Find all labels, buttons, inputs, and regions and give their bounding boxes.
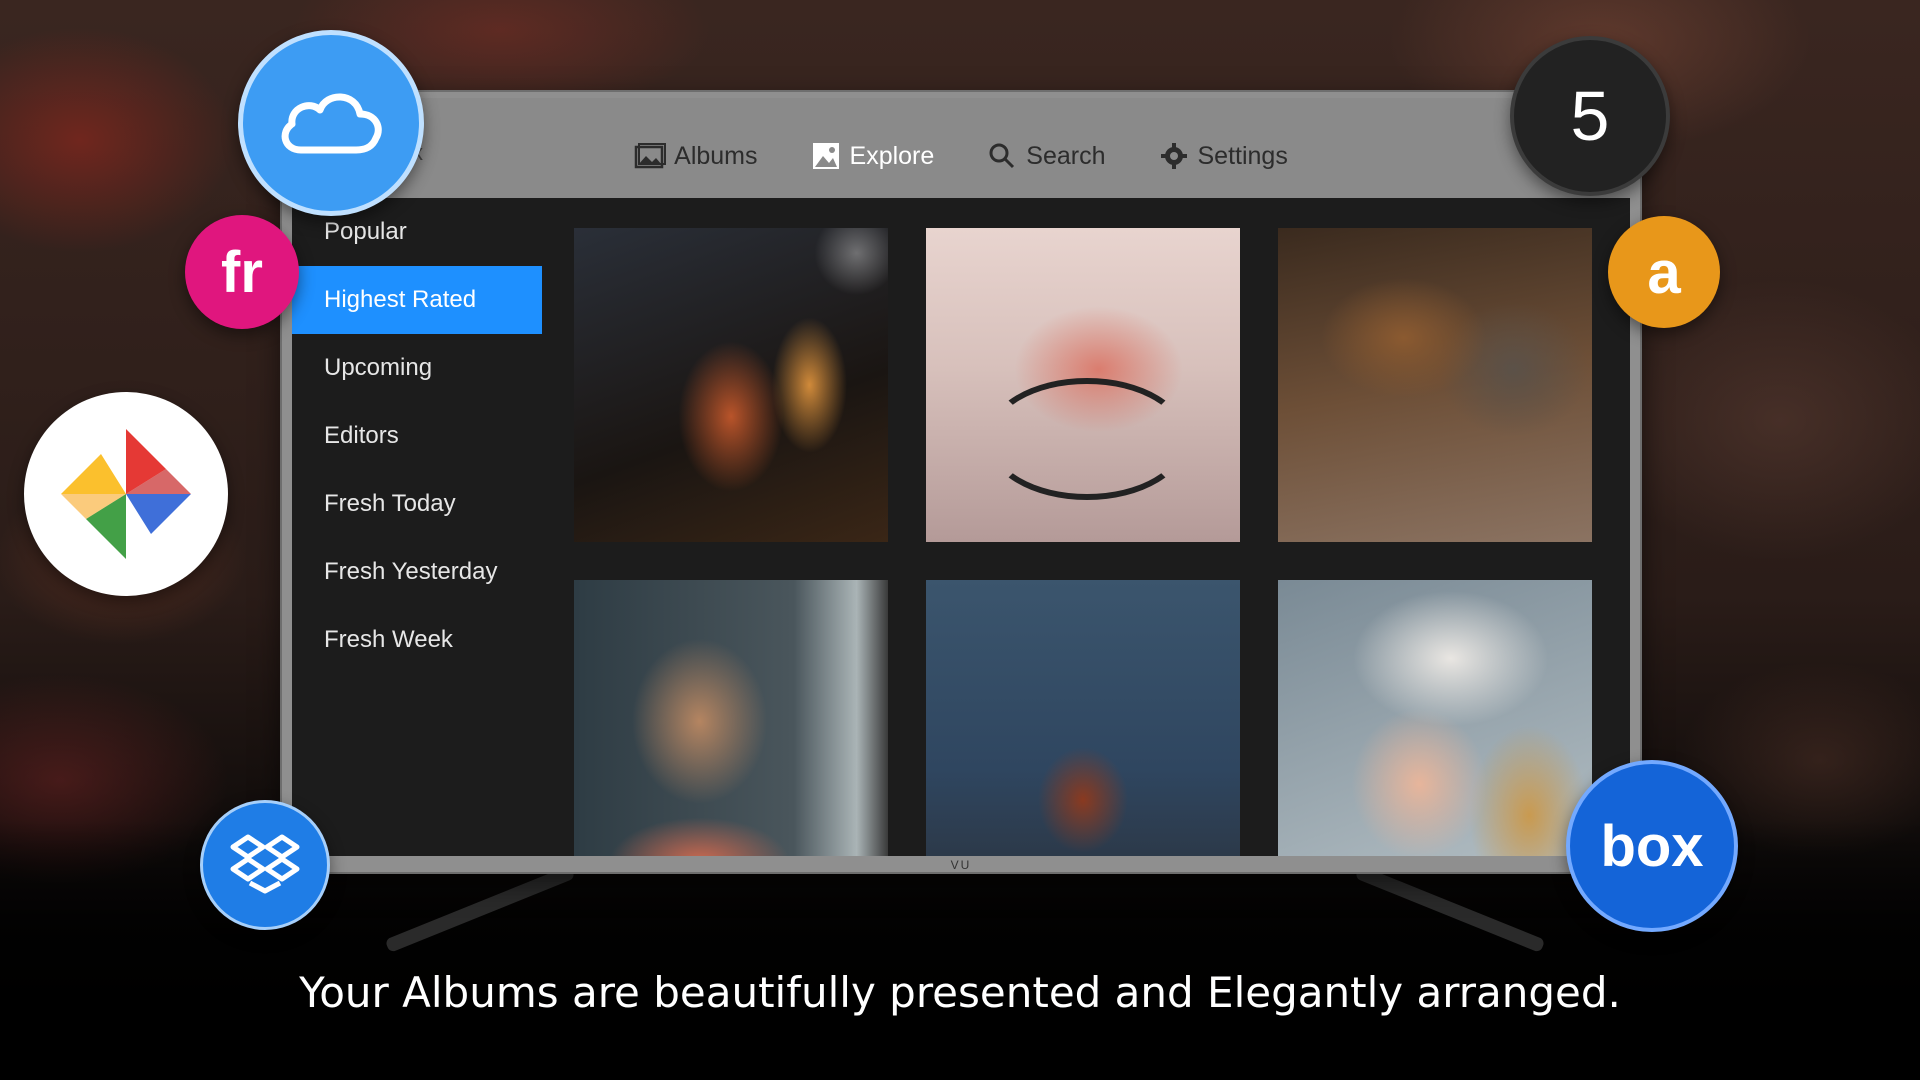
photo-tile-snow-girl[interactable] bbox=[1278, 580, 1592, 856]
nav-albums-label: Albums bbox=[674, 141, 758, 170]
box-logo-label: box bbox=[1600, 813, 1704, 879]
nav-explore[interactable]: Explore bbox=[810, 136, 935, 176]
photo-tile-girl[interactable] bbox=[574, 580, 888, 856]
photo-tile-camera[interactable] bbox=[926, 580, 1240, 856]
amazon-logo-label: a bbox=[1647, 238, 1681, 306]
dropbox-service-icon bbox=[200, 800, 330, 930]
sidebar-item-fresh-week[interactable]: Fresh Week bbox=[292, 606, 542, 674]
search-icon bbox=[986, 142, 1018, 170]
cloud-icon bbox=[281, 93, 382, 154]
gear-icon bbox=[1158, 142, 1190, 170]
sidebar-item-editors[interactable]: Editors bbox=[292, 402, 542, 470]
photo-tile-dog-and-cat[interactable] bbox=[1278, 228, 1592, 542]
tv-screen: x Albums Explore bbox=[292, 98, 1630, 856]
dropbox-icon bbox=[230, 834, 300, 894]
sidebar-item-fresh-today[interactable]: Fresh Today bbox=[292, 470, 542, 538]
flickr-service-icon: fr bbox=[185, 215, 299, 329]
amazon-service-icon: a bbox=[1608, 216, 1720, 328]
flickr-logo-label: fr bbox=[221, 239, 263, 305]
nav-explore-label: Explore bbox=[849, 141, 935, 170]
tv-stand-right bbox=[1360, 868, 1540, 938]
nav-albums[interactable]: Albums bbox=[634, 136, 758, 176]
sidebar-item-fresh-yesterday[interactable]: Fresh Yesterday bbox=[292, 538, 542, 606]
tv-frame: x Albums Explore bbox=[282, 92, 1640, 872]
tv-stand-left bbox=[390, 868, 570, 938]
photo-grid bbox=[574, 228, 1592, 856]
google-photos-service-icon bbox=[24, 392, 228, 596]
nav-bar: Albums Explore Search Settings bbox=[292, 136, 1630, 176]
photo-tile-bicycle[interactable] bbox=[926, 228, 1240, 542]
nav-settings-label: Settings bbox=[1197, 141, 1288, 170]
tagline: Your Albums are beautifully presented an… bbox=[299, 968, 1621, 1017]
box-service-icon: box bbox=[1566, 760, 1738, 932]
albums-icon bbox=[634, 142, 667, 170]
cloud-service-icon bbox=[238, 30, 424, 216]
photo-tile-drinks[interactable] bbox=[574, 228, 888, 542]
top-bar: x Albums Explore bbox=[292, 98, 1630, 198]
sidebar: Popular Highest Rated Upcoming Editors F… bbox=[292, 198, 542, 856]
explore-icon bbox=[810, 142, 842, 170]
500px-service-icon: 5 bbox=[1510, 36, 1670, 196]
nav-search-label: Search bbox=[1026, 141, 1106, 170]
tv-brand-logo: VU bbox=[950, 858, 972, 872]
nav-settings[interactable]: Settings bbox=[1158, 136, 1288, 176]
sidebar-item-upcoming[interactable]: Upcoming bbox=[292, 334, 542, 402]
500px-logo-label: 5 bbox=[1570, 77, 1610, 155]
sidebar-item-highest-rated[interactable]: Highest Rated bbox=[292, 266, 542, 334]
pinwheel-icon bbox=[61, 429, 191, 559]
nav-search[interactable]: Search bbox=[986, 136, 1106, 176]
